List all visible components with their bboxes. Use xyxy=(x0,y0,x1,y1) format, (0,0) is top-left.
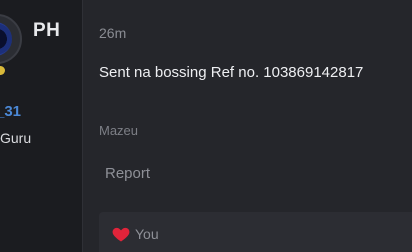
reactions-bar[interactable]: You xyxy=(99,212,412,252)
user-title: Guru xyxy=(0,130,32,146)
reaction-user[interactable]: You xyxy=(135,226,159,242)
author-panel: PH _31 Guru xyxy=(0,0,82,252)
heart-icon xyxy=(112,227,130,242)
username-link[interactable]: _31 xyxy=(0,103,21,120)
avatar[interactable] xyxy=(0,14,22,64)
status-indicator xyxy=(0,66,5,75)
post-content: 26m Sent na bossing Ref no. 103869142817… xyxy=(82,0,412,252)
country-badge: PH xyxy=(33,20,61,41)
avatar-image xyxy=(0,22,12,56)
forum-post: PH _31 Guru 26m Sent na bossing Ref no. … xyxy=(0,0,412,252)
post-timestamp[interactable]: 26m xyxy=(99,25,126,41)
post-body: Sent na bossing Ref no. 103869142817 xyxy=(99,64,364,81)
signature: Mazeu xyxy=(99,123,139,138)
report-link[interactable]: Report xyxy=(105,165,150,182)
